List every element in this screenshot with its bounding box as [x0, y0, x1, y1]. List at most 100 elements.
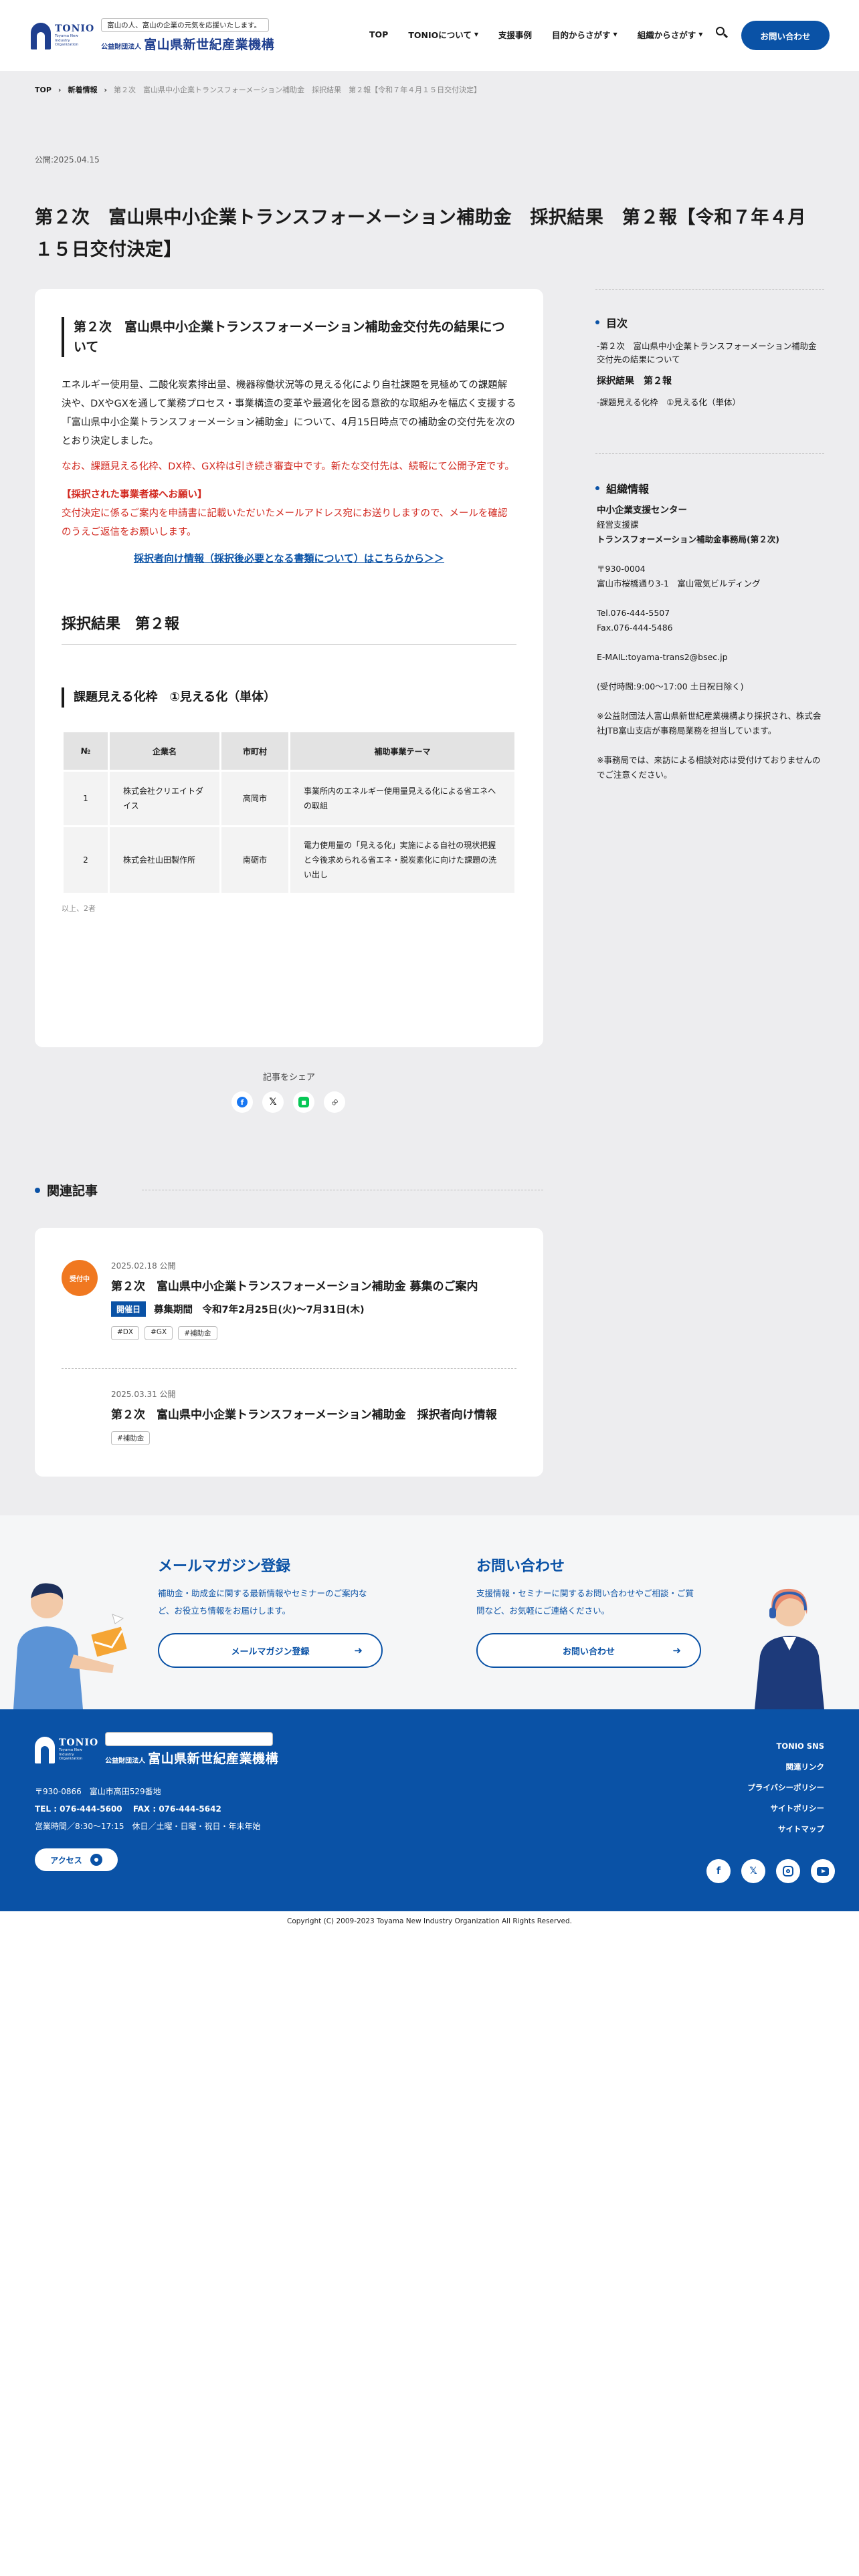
tag[interactable]: #GX: [145, 1326, 173, 1340]
contact-block: お問い合わせ 支援情報・セミナーに関するお問い合わせやご相談・ご質問など、お気軽…: [476, 1554, 701, 1668]
page-title: 第２次 富山県中小企業トランスフォーメーション補助金 採択結果 第２報【令和７年…: [35, 207, 806, 260]
x-icon[interactable]: 𝕏: [741, 1859, 765, 1883]
table-cell-city: 南砺市: [221, 827, 288, 893]
table-row: 2 株式会社山田製作所 南砺市 電力使用量の「見える化」実施による自社の現状把握…: [64, 827, 514, 893]
breadcrumb-news[interactable]: 新着情報: [68, 84, 97, 95]
org-info-title: 組織情報: [606, 483, 650, 496]
nav-organization[interactable]: 組織からさがす ▼: [638, 28, 703, 41]
share-facebook-button[interactable]: f: [231, 1091, 253, 1113]
logo-org-name: 富山県新世紀産業機構: [148, 1751, 279, 1766]
share-buttons: f 𝕏 ■ ∞: [231, 1091, 355, 1113]
nav-top-label: TOP: [369, 29, 389, 39]
logo-tagline: 富山の人、富山の企業の元気を応援いたします。: [101, 18, 270, 32]
period-text: 募集期間 令和7年2月25日(火)〜7月31日(木): [154, 1305, 365, 1315]
mail-magazine-title: メールマガジン登録: [158, 1558, 291, 1575]
x-icon: 𝕏: [269, 1097, 277, 1107]
footer-link-sns[interactable]: TONIO SNS: [747, 1736, 825, 1757]
site-header: TONIO Toyama New Industry Organization 富…: [0, 0, 859, 71]
table-header-theme: 補助事業テーマ: [290, 732, 514, 770]
arrow-right-icon: ➜: [672, 1644, 681, 1656]
site-logo[interactable]: TONIO Toyama New Industry Organization 富…: [31, 18, 274, 53]
logo-en-sub: Toyama New Industry Organization: [59, 1748, 83, 1761]
tag[interactable]: #補助金: [111, 1431, 151, 1445]
share-x-button[interactable]: 𝕏: [262, 1091, 284, 1113]
tag[interactable]: #DX: [111, 1326, 140, 1340]
nav-purpose[interactable]: 目的からさがす ▼: [552, 28, 617, 41]
table-cell-company: 株式会社山田製作所: [110, 827, 219, 893]
search-icon[interactable]: [714, 25, 729, 40]
chevron-down-icon: ▼: [613, 31, 617, 37]
table-cell-company: 株式会社クリエイトダイス: [110, 772, 219, 825]
facebook-icon[interactable]: f: [706, 1859, 731, 1883]
toc-item[interactable]: 採択結果 第２報: [597, 374, 824, 388]
related-item[interactable]: 2025.03.31 公開 第２次 富山県中小企業トランスフォーメーション補助金…: [111, 1388, 497, 1445]
related-card: 受付中 2025.02.18 公開 第２次 富山県中小企業トランスフォーメーショ…: [35, 1228, 543, 1477]
logo-mark-icon: [31, 21, 51, 49]
contact-button[interactable]: お問い合わせ ➜: [476, 1633, 701, 1668]
table-row: 1 株式会社クリエイトダイス 高岡市 事業所内のエネルギー使用量見える化による省…: [64, 772, 514, 825]
footer-link-site-policy[interactable]: サイトポリシー: [747, 1798, 825, 1819]
table-header-no: №: [64, 732, 108, 770]
logo-jp: 富山の人、富山の企業の元気を応援いたします。 公益財団法人 富山県新世紀産業機構: [105, 1732, 278, 1767]
toc-item[interactable]: -第２次 富山県中小企業トランスフォーメーション補助金交付先の結果について: [597, 340, 824, 366]
table-cell-theme: 電力使用量の「見える化」実施による自社の現状把握と今後求められる省エネ・脱炭素化…: [290, 827, 514, 893]
toc-item[interactable]: -課題見える化枠 ①見える化（単体）: [597, 396, 824, 409]
chevron-right-icon: ›: [104, 85, 108, 94]
table-count: 以上、2者: [62, 904, 96, 913]
footer-tel-fax: TEL : 076-444-5600 FAX : 076-444-5642: [35, 1804, 221, 1814]
bullet-icon: [35, 1187, 40, 1193]
arrow-right-icon: ➜: [354, 1644, 363, 1656]
related-title: 関連記事: [47, 1184, 98, 1198]
related-item[interactable]: 2025.02.18 公開 第２次 富山県中小企業トランスフォーメーション補助金…: [111, 1260, 478, 1340]
published-date: 公開:2025.04.15: [35, 155, 100, 165]
share-line-button[interactable]: ■: [293, 1091, 314, 1113]
divider: [595, 289, 824, 290]
instagram-icon[interactable]: [776, 1859, 800, 1883]
org-fax: Fax.076-444-5486: [597, 623, 673, 633]
logo-org-name: 富山県新世紀産業機構: [144, 37, 275, 52]
table-cell-theme: 事業所内のエネルギー使用量見える化による省エネへの取組: [290, 772, 514, 825]
mail-magazine-text: 補助金・助成金に関する最新情報やセミナーのご案内など、お役立ち情報をお届けします…: [158, 1588, 367, 1616]
nav-about[interactable]: TONIOについて ▼: [408, 28, 478, 41]
access-button[interactable]: アクセス: [35, 1848, 118, 1871]
footer-link-sitemap[interactable]: サイトマップ: [747, 1819, 824, 1840]
youtube-icon[interactable]: [811, 1859, 835, 1883]
header-contact-button[interactable]: お問い合わせ: [741, 21, 830, 50]
footer-hours: 営業時間／8:30〜17:15 休日／土曜・日曜・祝日・年末年始: [35, 1822, 261, 1831]
table-cell-city: 高岡市: [221, 772, 288, 825]
site-footer: TONIO Toyama New Industry Organization 富…: [0, 1709, 859, 1911]
chevron-down-icon: ▼: [474, 31, 479, 37]
global-nav: TOP TONIOについて ▼ 支援事例 目的からさがす ▼ 組織からさがす ▼: [369, 28, 723, 41]
divider: [595, 453, 824, 454]
bullet-icon: [595, 486, 599, 490]
org-center-name: 中小企業支援センター: [597, 505, 687, 516]
cta-section: メールマガジン登録 補助金・助成金に関する最新情報やセミナーのご案内など、お役立…: [0, 1515, 859, 1709]
toc-title: 目次: [606, 317, 628, 330]
footer-logo[interactable]: TONIO Toyama New Industry Organization 富…: [35, 1732, 278, 1767]
footer-links: TONIO SNS 関連リンク プライバシーポリシー サイトポリシー サイトマッ…: [747, 1736, 824, 1840]
mail-magazine-button[interactable]: メールマガジン登録 ➜: [158, 1633, 383, 1668]
facebook-icon: f: [237, 1097, 248, 1107]
org-hours: (受付時間:9:00～17:00 土日祝日除く): [597, 681, 744, 691]
tag[interactable]: #補助金: [178, 1326, 217, 1340]
nav-top[interactable]: TOP: [369, 29, 388, 39]
nav-cases-label: 支援事例: [498, 30, 533, 40]
mail-magazine-button-label: メールマガジン登録: [231, 1646, 310, 1657]
org-email[interactable]: E-MAIL:toyama-trans2@bsec.jp: [597, 650, 824, 665]
operator-illustration: [755, 1588, 824, 1709]
breadcrumb-top[interactable]: TOP: [35, 86, 52, 94]
adopter-info-link[interactable]: 採択者向け情報（採択後必要となる書類について）はこちらから＞＞: [62, 551, 516, 565]
copy-link-button[interactable]: ∞: [324, 1091, 345, 1113]
footer-address: 〒930-0866 富山市高田529番地 TEL : 076-444-5600 …: [35, 1783, 261, 1835]
article-card: 第２次 富山県中小企業トランスフォーメーション補助金交付先の結果について エネル…: [35, 289, 543, 1047]
org-info-heading: 組織情報: [595, 480, 649, 496]
related-date: 2025.03.31 公開: [111, 1390, 176, 1399]
logo-jp: 富山の人、富山の企業の元気を応援いたします。 公益財団法人 富山県新世紀産業機構: [101, 18, 274, 53]
org-zip: 〒930-0004: [597, 564, 646, 574]
footer-link-privacy[interactable]: プライバシーポリシー: [747, 1778, 824, 1798]
nav-cases[interactable]: 支援事例: [498, 28, 532, 41]
footer-link-related[interactable]: 関連リンク: [747, 1757, 825, 1778]
related-title: 第２次 富山県中小企業トランスフォーメーション補助金 採択者向け情報: [111, 1408, 497, 1422]
tag-list: #補助金: [111, 1431, 497, 1445]
table-cell-no: 2: [64, 827, 108, 893]
